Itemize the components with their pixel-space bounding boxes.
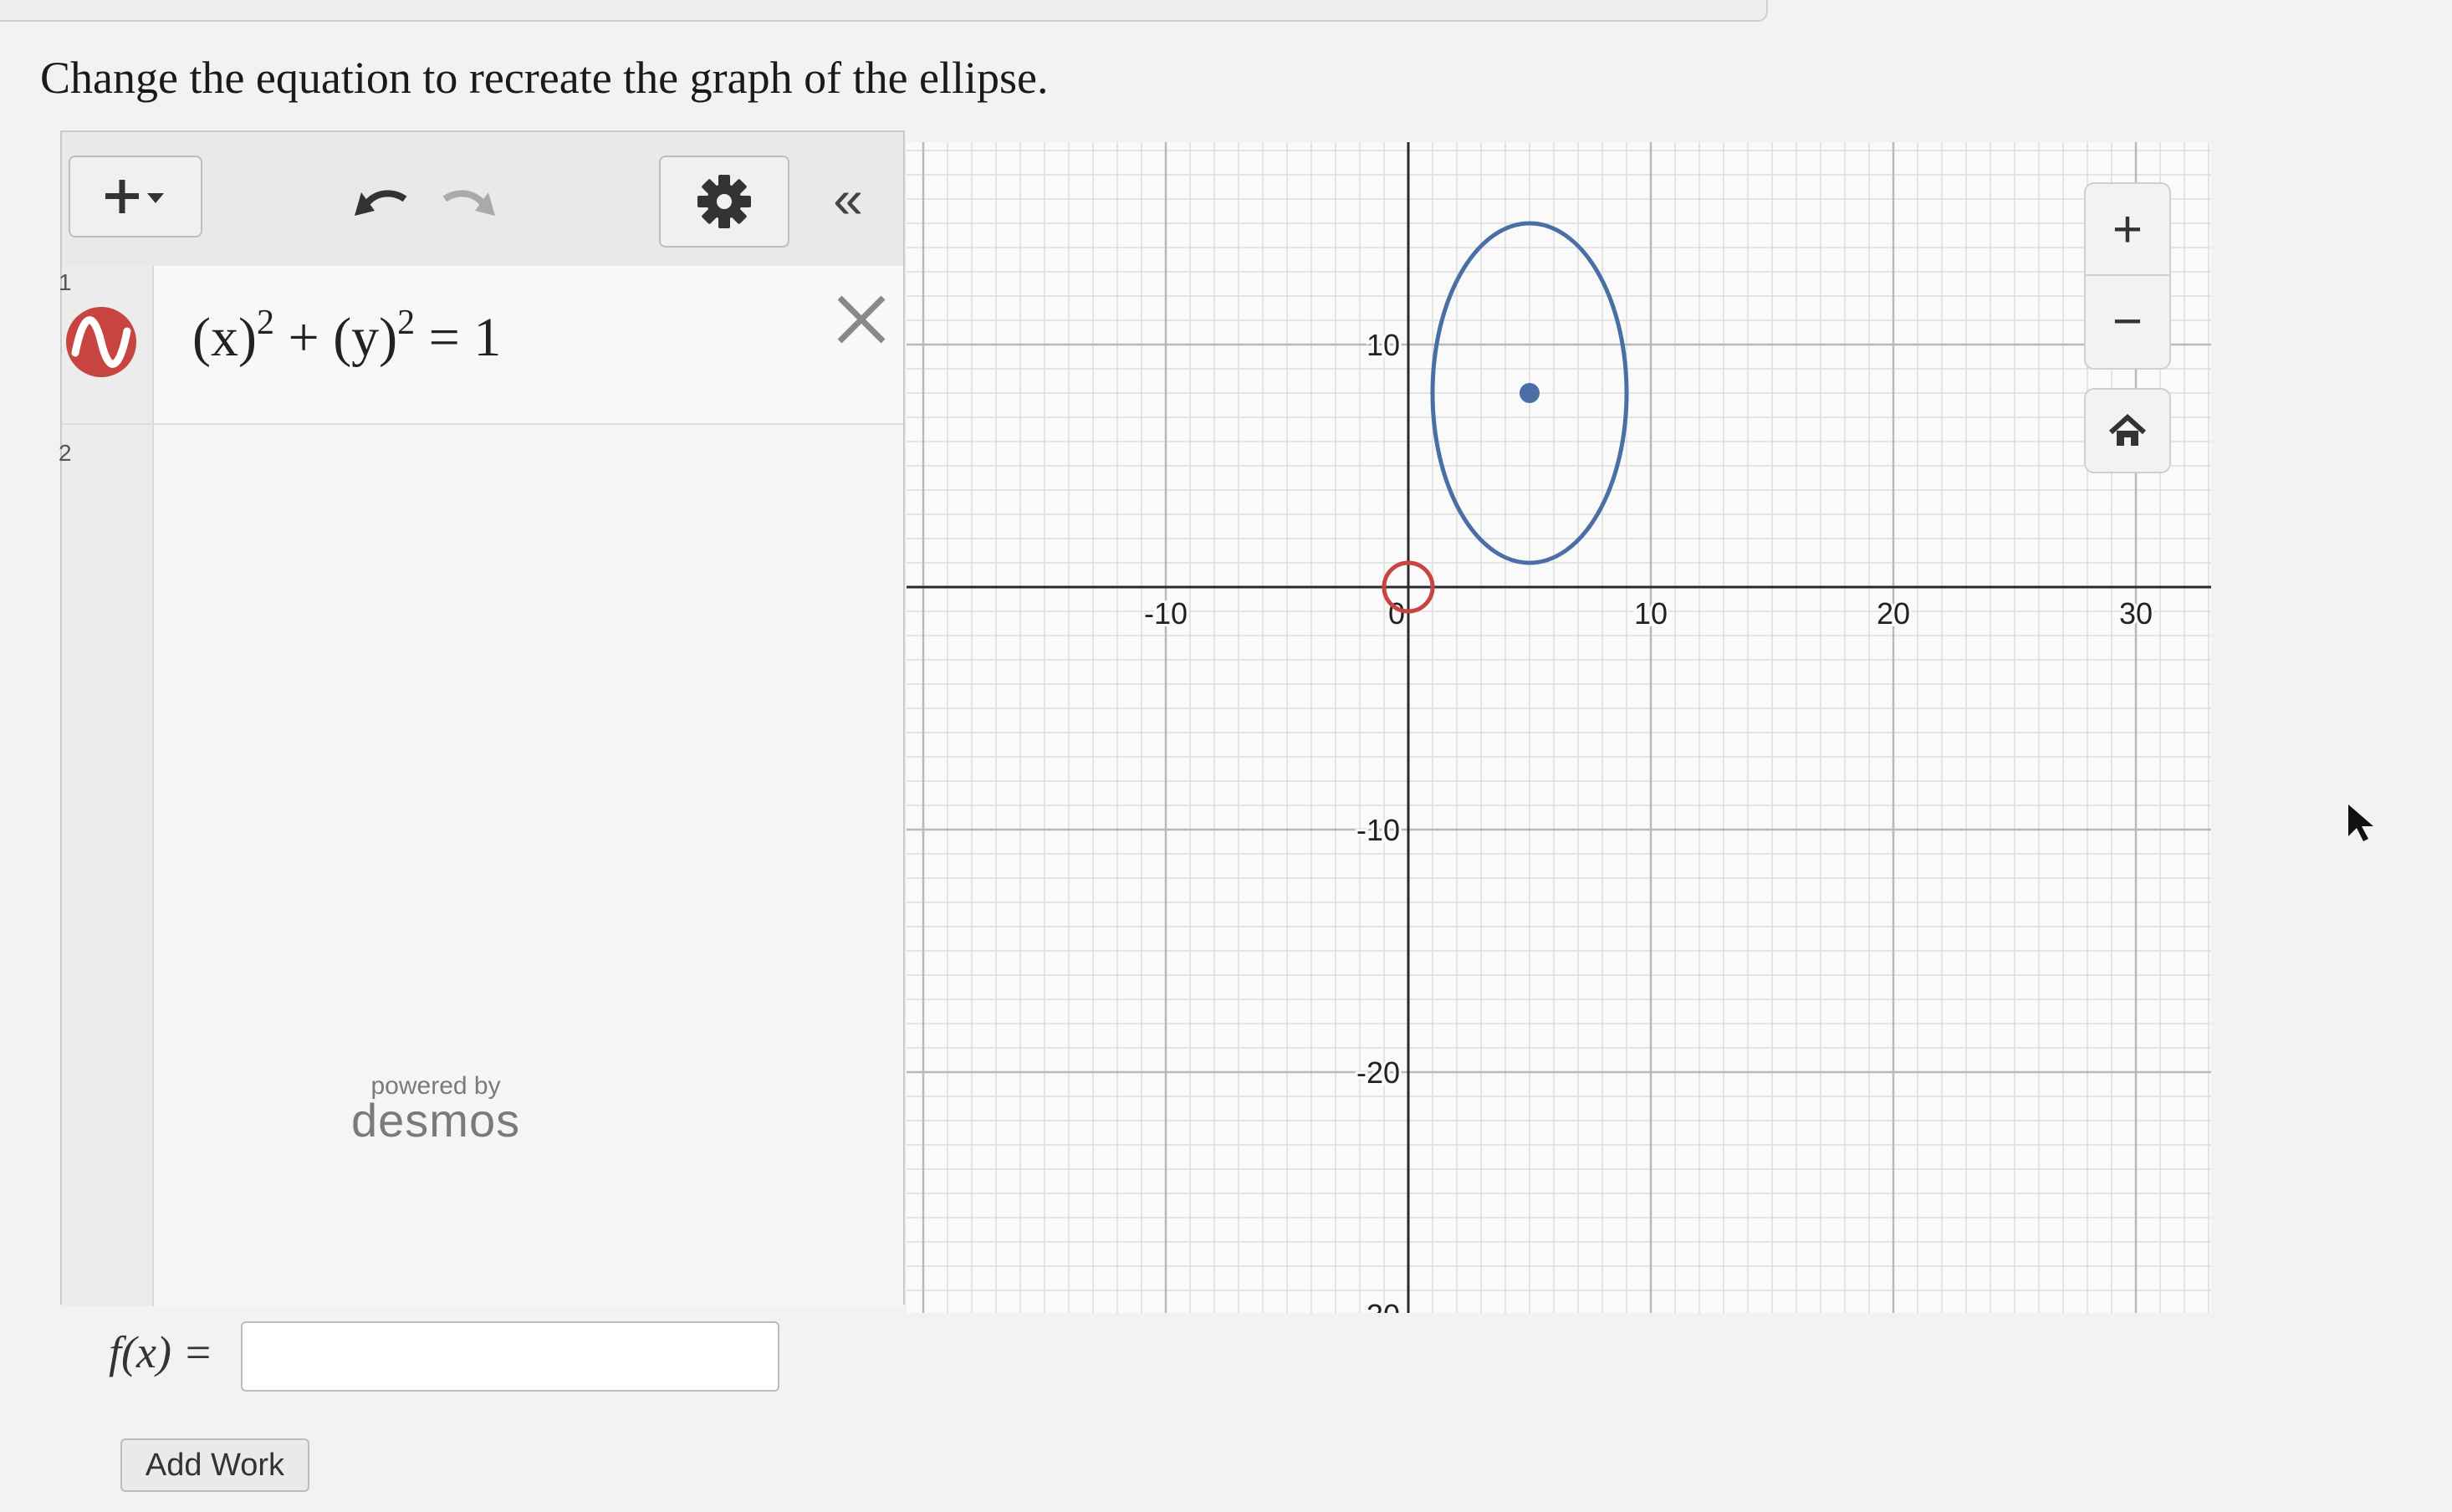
curve-color-icon[interactable]: [64, 304, 139, 380]
graph-paper[interactable]: -10010203010-10-20-30: [907, 142, 2211, 1313]
add-expression-button[interactable]: [69, 156, 202, 238]
x-tick-label: 10: [1634, 596, 1668, 631]
y-tick-label: 10: [1366, 328, 1400, 362]
zoom-out-button[interactable]: −: [2086, 276, 2169, 366]
expression-list: 1 (x)2 + (y)2 = 1 2: [59, 266, 903, 1306]
answer-input[interactable]: [241, 1321, 779, 1392]
expression-index: 2: [59, 440, 72, 466]
latex-plus: +: [273, 307, 334, 368]
x-tick-label: -10: [1144, 596, 1188, 631]
zoom-controls: + −: [2084, 182, 2171, 370]
add-work-button[interactable]: Add Work: [120, 1438, 309, 1492]
answer-label: f(x) =: [109, 1327, 213, 1377]
undo-icon[interactable]: [351, 177, 410, 227]
x-tick-label: 30: [2119, 596, 2153, 631]
expression-math[interactable]: (x)2 + (y)2 = 1: [192, 303, 501, 370]
desmos-branding: powered by desmos: [351, 1072, 521, 1147]
expression-index: 1: [59, 269, 72, 295]
latex-rhs: = 1: [415, 307, 502, 368]
mouse-cursor-icon: [2348, 805, 2373, 841]
expression-gutter: 2: [59, 425, 154, 1306]
x-tick-label: 20: [1877, 596, 1910, 631]
grid-major: [907, 142, 2211, 1313]
expression-toolbar: «: [62, 132, 903, 268]
expression-row[interactable]: 2: [59, 425, 903, 1306]
axes: [907, 142, 2211, 1313]
top-strip: [0, 0, 1768, 22]
latex-y-term: (y): [333, 307, 398, 368]
ellipse-center-point: [1520, 383, 1540, 403]
grid-minor: [907, 142, 2211, 1313]
plus-dropdown-icon: [105, 180, 164, 213]
latex-exponent: 2: [256, 304, 274, 342]
latex-x-term: (x): [192, 307, 257, 368]
tick-labels: -10010203010-10-20-30: [1142, 325, 2155, 1313]
default-viewport-button[interactable]: [2084, 388, 2171, 473]
y-tick-label: -20: [1356, 1055, 1400, 1090]
expression-gutter: 1: [59, 266, 154, 423]
settings-button[interactable]: [659, 156, 789, 248]
latex-exponent: 2: [397, 304, 416, 342]
expression-row[interactable]: 1 (x)2 + (y)2 = 1: [59, 266, 903, 425]
desmos-logo: desmos: [351, 1094, 521, 1147]
y-tick-label: -30: [1356, 1298, 1400, 1313]
delete-expression-icon[interactable]: [828, 286, 895, 353]
collapse-panel-button[interactable]: «: [815, 166, 881, 232]
prompt-text: Change the equation to recreate the grap…: [40, 53, 1049, 103]
redo-icon[interactable]: [440, 177, 498, 227]
home-icon: [2108, 413, 2147, 446]
y-tick-label: -10: [1356, 813, 1400, 847]
zoom-in-button[interactable]: +: [2086, 184, 2169, 276]
gear-icon: [697, 175, 751, 228]
